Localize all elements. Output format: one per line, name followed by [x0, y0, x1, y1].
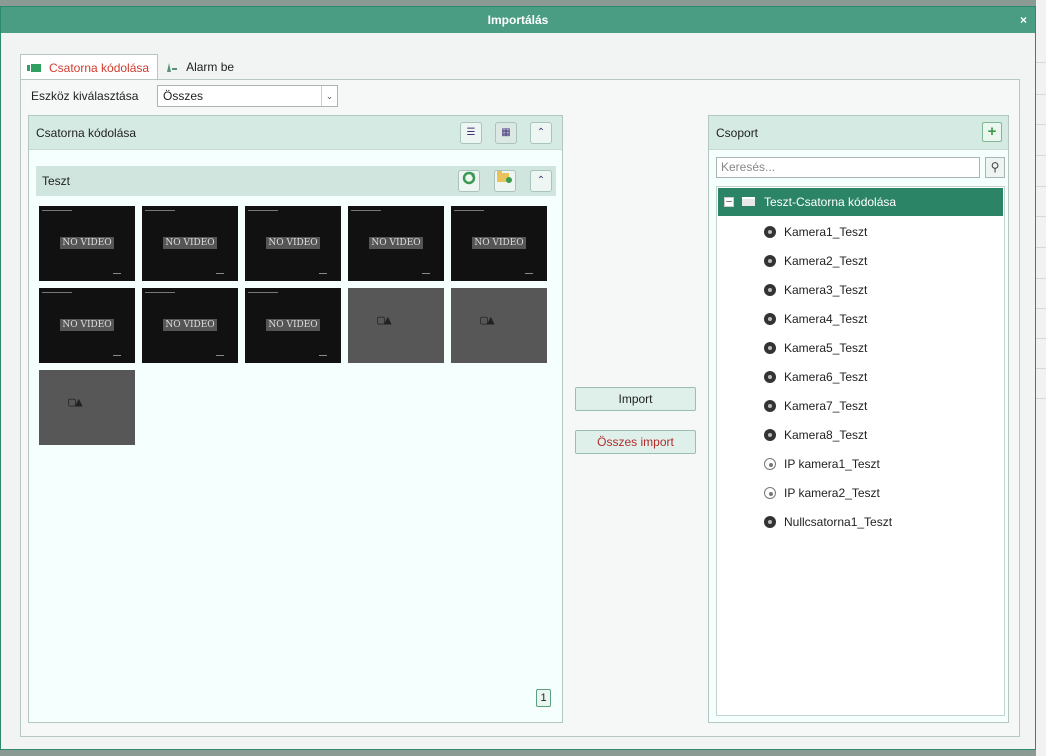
- offline-camera-icon: ▢▲: [68, 395, 83, 410]
- no-video-label: NO VIDEO: [163, 319, 217, 331]
- camera-icon: [764, 255, 776, 267]
- device-select-value: Összes: [163, 89, 204, 103]
- no-video-label: NO VIDEO: [266, 237, 320, 249]
- ip-camera-icon: [764, 458, 776, 470]
- tab-alarm-input[interactable]: Alarm be: [158, 54, 242, 80]
- device-select-label: Eszköz kiválasztása: [31, 89, 139, 103]
- group-panel: Csoport + Keresés... ⚲ – Teszt-Csatorna …: [708, 115, 1009, 723]
- tree-item-label: Kamera7_Teszt: [784, 399, 868, 413]
- list-view-icon[interactable]: ☰: [460, 122, 482, 144]
- tab-channel-encoding[interactable]: Csatorna kódolása: [20, 54, 159, 80]
- tree-item-label: Kamera1_Teszt: [784, 225, 868, 239]
- group-panel-title: Csoport: [716, 126, 759, 140]
- group-title: Teszt: [42, 174, 71, 188]
- no-video-label: NO VIDEO: [60, 319, 114, 331]
- chevron-down-icon[interactable]: ⌄: [321, 86, 337, 106]
- no-video-label: NO VIDEO: [369, 237, 423, 249]
- tree-item-label: Kamera4_Teszt: [784, 312, 868, 326]
- tree-item-label: IP kamera1_Teszt: [784, 457, 880, 471]
- group-header[interactable]: Teszt ⌃: [36, 166, 556, 196]
- no-video-label: NO VIDEO: [60, 237, 114, 249]
- channel-thumbnail[interactable]: NO VIDEO: [39, 288, 135, 363]
- tab-label: Csatorna kódolása: [49, 60, 150, 75]
- collapse-group-icon[interactable]: ⌃: [530, 170, 552, 192]
- channel-thumbnail-offline[interactable]: ▢▲: [451, 288, 547, 363]
- camera-icon: [764, 313, 776, 325]
- tree-item-label: IP kamera2_Teszt: [784, 486, 880, 500]
- add-group-icon[interactable]: +: [982, 122, 1002, 142]
- channel-thumbnail[interactable]: NO VIDEO: [245, 206, 341, 281]
- offline-camera-icon: ▢▲: [480, 313, 495, 328]
- channel-panel-header: Csatorna kódolása ☰ ▦ ⌃: [29, 116, 562, 150]
- tab-bar: Csatorna kódolása Alarm be: [20, 54, 242, 80]
- tree-root-label: Teszt-Csatorna kódolása: [764, 195, 897, 209]
- dialog-titlebar[interactable]: Importálás ×: [1, 7, 1035, 33]
- tree-root-item[interactable]: – Teszt-Csatorna kódolása: [718, 188, 1003, 216]
- tree-item-label: Kamera3_Teszt: [784, 283, 868, 297]
- page-number-button[interactable]: 1: [536, 689, 551, 707]
- channel-thumbnail[interactable]: NO VIDEO: [348, 206, 444, 281]
- tree-item-label: Kamera2_Teszt: [784, 254, 868, 268]
- import-dialog: Importálás × Csatorna kódolása Alarm be …: [0, 6, 1036, 750]
- grid-view-icon[interactable]: ▦: [495, 122, 517, 144]
- no-video-label: NO VIDEO: [163, 237, 217, 249]
- refresh-icon[interactable]: [458, 170, 480, 192]
- collapse-icon[interactable]: ⌃: [530, 122, 552, 144]
- add-folder-icon[interactable]: [494, 170, 516, 192]
- channel-thumbnail[interactable]: NO VIDEO: [39, 206, 135, 281]
- close-icon[interactable]: ×: [1020, 7, 1027, 33]
- tree-item-label: Nullcsatorna1_Teszt: [784, 515, 893, 529]
- channel-panel: Csatorna kódolása ☰ ▦ ⌃ Teszt ⌃ NO VIDEO: [28, 115, 563, 723]
- no-video-label: NO VIDEO: [266, 319, 320, 331]
- camera-icon: [764, 429, 776, 441]
- camera-icon: [27, 63, 41, 72]
- camera-icon: [764, 226, 776, 238]
- device-select[interactable]: Összes ⌄: [157, 85, 338, 107]
- import-all-button[interactable]: Összes import: [575, 430, 696, 454]
- tree-item-label: Kamera8_Teszt: [784, 428, 868, 442]
- tab-content: Eszköz kiválasztása Összes ⌄ Csatorna kó…: [20, 79, 1020, 737]
- group-tree: – Teszt-Csatorna kódolása Kamera1_Teszt …: [716, 186, 1005, 716]
- channel-thumbnail[interactable]: NO VIDEO: [245, 288, 341, 363]
- camera-icon: [764, 342, 776, 354]
- folder-icon: [742, 197, 755, 206]
- search-icon[interactable]: ⚲: [985, 157, 1005, 178]
- collapse-node-icon[interactable]: –: [724, 197, 734, 207]
- channel-thumbnail[interactable]: NO VIDEO: [142, 206, 238, 281]
- background-window-edge: [1036, 0, 1046, 756]
- tree-item-label: Kamera6_Teszt: [784, 370, 868, 384]
- ip-camera-icon: [764, 487, 776, 499]
- camera-icon: [764, 284, 776, 296]
- channel-thumbnail-offline[interactable]: ▢▲: [348, 288, 444, 363]
- offline-camera-icon: ▢▲: [377, 313, 392, 328]
- channel-thumbnail-offline[interactable]: ▢▲: [39, 370, 135, 445]
- no-video-label: NO VIDEO: [472, 237, 526, 249]
- search-input[interactable]: Keresés...: [716, 157, 980, 178]
- dialog-title: Importálás: [487, 13, 549, 27]
- channel-panel-title: Csatorna kódolása: [36, 126, 137, 140]
- camera-icon: [764, 371, 776, 383]
- camera-icon: [764, 516, 776, 528]
- group-panel-header: Csoport +: [709, 116, 1008, 150]
- tab-label: Alarm be: [186, 60, 235, 74]
- channel-thumbnail[interactable]: NO VIDEO: [142, 288, 238, 363]
- camera-icon: [764, 400, 776, 412]
- import-button[interactable]: Import: [575, 387, 696, 411]
- alarm-icon: [167, 63, 178, 72]
- tree-item-label: Kamera5_Teszt: [784, 341, 868, 355]
- channel-thumbnail[interactable]: NO VIDEO: [451, 206, 547, 281]
